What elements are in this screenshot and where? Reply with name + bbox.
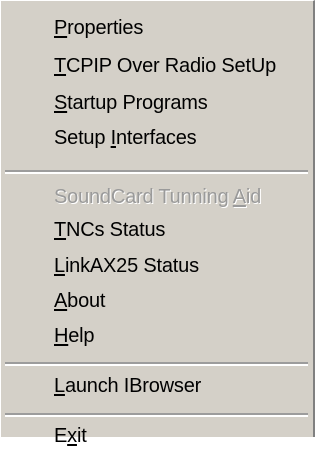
context-menu: Properties TCPIP Over Radio SetUp Startu… [0,0,315,447]
menu-item-tcpip-over-radio-setup[interactable]: TCPIP Over Radio SetUp [54,51,276,81]
menu-item-linkax25-status[interactable]: LinkAX25 Status [54,251,199,281]
menu-item-setup-interfaces[interactable]: Setup Interfaces [54,123,197,153]
menu-separator [5,170,308,174]
menu-item-soundcard-tunning-aid: SoundCard Tunning Aid [54,186,262,208]
menu-item-help[interactable]: Help [54,321,95,351]
menu-item-exit[interactable]: Exit [54,421,87,451]
menu-separator [5,362,308,366]
menu-item-startup-programs[interactable]: Startup Programs [54,88,208,118]
menu-separator [5,413,308,417]
menu-item-tncs-status[interactable]: TNCs Status [54,215,165,245]
menu-item-launch-ibrowser[interactable]: Launch IBrowser [54,371,201,401]
menu-item-about[interactable]: About [54,286,105,316]
menu-item-properties[interactable]: Properties [54,13,143,43]
